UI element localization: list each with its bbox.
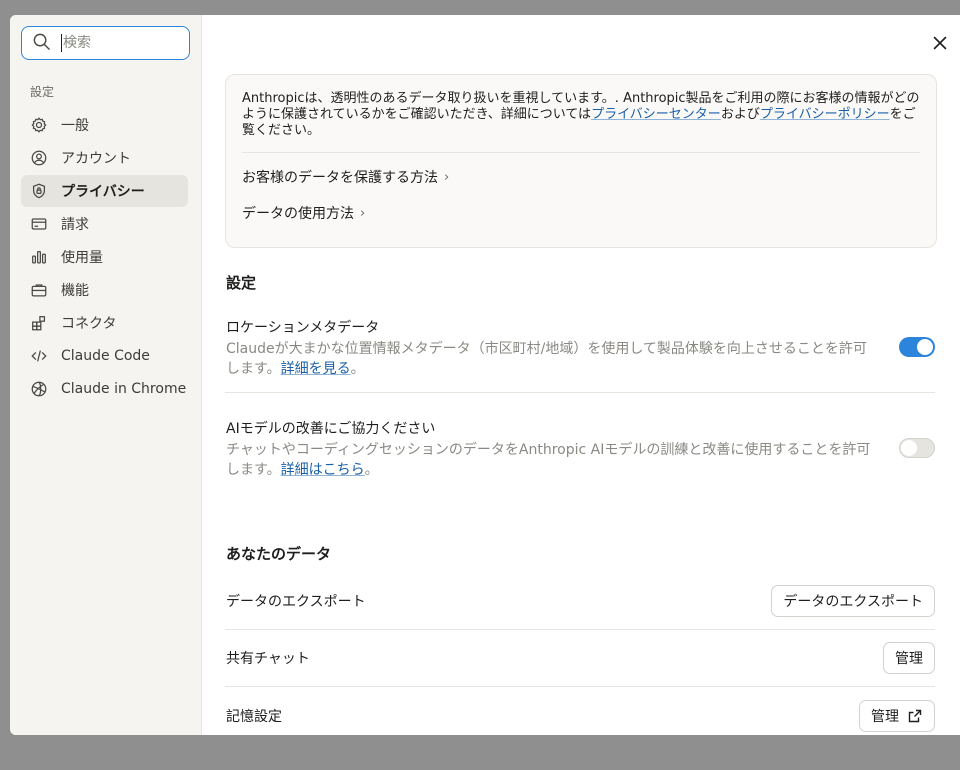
code-icon bbox=[30, 347, 48, 365]
privacy-policy-link[interactable]: プライバシーポリシー bbox=[760, 107, 890, 122]
sidebar-nav: 一般 アカウント プライバシー 請求 使用量 機能 コネクタ Claude Co… bbox=[21, 109, 189, 405]
sidebar-item-general[interactable]: 一般 bbox=[21, 109, 188, 141]
sidebar-item-label: アカウント bbox=[61, 151, 131, 167]
sidebar-item-label: Claude in Chrome bbox=[61, 381, 187, 397]
manage-shared-chats-button[interactable]: 管理 bbox=[883, 642, 935, 674]
how-we-protect-data-link[interactable]: お客様のデータを保護する方法 › bbox=[242, 159, 920, 195]
location-metadata-toggle[interactable] bbox=[899, 337, 935, 357]
sidebar-item-label: プライバシー bbox=[61, 184, 145, 200]
export-data-button[interactable]: データのエクスポート bbox=[771, 585, 935, 617]
sidebar-item-claude-code[interactable]: Claude Code bbox=[21, 340, 188, 372]
details-link[interactable]: 詳細はこちら bbox=[281, 462, 365, 478]
ai-model-training-setting: AIモデルの改善にご協力ください チャットやコーディングセッションのデータをAn… bbox=[225, 418, 935, 480]
privacy-info-text-middle: および bbox=[720, 107, 760, 122]
sidebar-section-label: 設定 bbox=[30, 85, 55, 99]
privacy-center-link[interactable]: プライバシーセンター bbox=[591, 107, 721, 122]
ai-model-training-toggle[interactable] bbox=[899, 438, 935, 458]
settings-sidebar: 設定 一般 アカウント プライバシー 請求 使用量 bbox=[10, 15, 202, 735]
credit-card-icon bbox=[30, 215, 48, 233]
settings-modal: 設定 一般 アカウント プライバシー 請求 使用量 bbox=[10, 15, 960, 735]
sidebar-item-label: 使用量 bbox=[61, 250, 103, 266]
sidebar-item-label: Claude Code bbox=[61, 348, 150, 364]
location-metadata-setting: ロケーションメタデータ Claudeが大まかな位置情報メタデータ（市区町村/地域… bbox=[225, 317, 935, 393]
close-button[interactable] bbox=[931, 35, 949, 53]
shared-chats-row: 共有チャット 管理 bbox=[225, 630, 935, 687]
sidebar-item-connectors[interactable]: コネクタ bbox=[21, 307, 188, 339]
privacy-info-card: Anthropicは、透明性のあるデータ取り扱いを重視しています。. Anthr… bbox=[225, 74, 937, 248]
setting-description: チャットやコーディングセッションのデータをAnthropic AIモデルの訓練と… bbox=[226, 440, 876, 480]
setting-title: AIモデルの改善にご協力ください bbox=[226, 421, 436, 437]
setting-description-end: 。 bbox=[350, 361, 365, 377]
settings-heading: 設定 bbox=[226, 274, 257, 292]
blocks-icon bbox=[30, 314, 48, 332]
toggle-knob bbox=[901, 440, 917, 456]
how-data-is-used-link[interactable]: データの使用方法 › bbox=[242, 195, 920, 231]
learn-more-link[interactable]: 詳細を見る bbox=[281, 361, 351, 377]
setting-title: ロケーションメタデータ bbox=[226, 320, 380, 336]
sidebar-item-privacy[interactable]: プライバシー bbox=[21, 175, 188, 207]
row-label: 記憶設定 bbox=[226, 708, 282, 725]
chevron-right-icon: › bbox=[360, 205, 366, 221]
your-data-heading: あなたのデータ bbox=[226, 545, 332, 563]
row-label: データのエクスポート bbox=[226, 594, 366, 610]
memory-settings-row: 記憶設定 管理 bbox=[225, 687, 935, 735]
toggle-knob bbox=[917, 339, 933, 355]
search-icon bbox=[32, 32, 51, 55]
shield-icon bbox=[30, 182, 48, 200]
setting-description-end: 。 bbox=[364, 462, 379, 478]
button-label: 管理 bbox=[871, 708, 899, 725]
close-icon bbox=[933, 35, 947, 54]
link-label: データの使用方法 bbox=[242, 206, 354, 222]
globe-icon bbox=[30, 380, 48, 398]
gear-icon bbox=[30, 116, 48, 134]
sidebar-item-claude-in-chrome[interactable]: Claude in Chrome bbox=[21, 373, 188, 405]
user-circle-icon bbox=[30, 149, 48, 167]
sidebar-item-usage[interactable]: 使用量 bbox=[21, 241, 188, 273]
privacy-settings-panel: Anthropicは、透明性のあるデータ取り扱いを重視しています。. Anthr… bbox=[202, 15, 960, 735]
row-label: 共有チャット bbox=[226, 651, 310, 667]
privacy-info-text: Anthropicは、透明性のあるデータ取り扱いを重視しています。. Anthr… bbox=[242, 91, 920, 153]
external-link-icon bbox=[908, 709, 922, 722]
export-data-row: データのエクスポート データのエクスポート bbox=[225, 573, 935, 630]
sidebar-item-billing[interactable]: 請求 bbox=[21, 208, 188, 240]
sidebar-item-account[interactable]: アカウント bbox=[21, 142, 188, 174]
sidebar-item-label: 機能 bbox=[61, 283, 89, 299]
manage-memory-button[interactable]: 管理 bbox=[859, 699, 935, 732]
sidebar-item-label: コネクタ bbox=[61, 316, 117, 332]
link-label: お客様のデータを保護する方法 bbox=[242, 170, 438, 186]
setting-description: Claudeが大まかな位置情報メタデータ（市区町村/地域）を使用して製品体験を向… bbox=[226, 339, 876, 379]
sidebar-item-label: 一般 bbox=[61, 118, 89, 134]
sidebar-item-features[interactable]: 機能 bbox=[21, 274, 188, 306]
bar-chart-icon bbox=[30, 248, 48, 266]
search-box[interactable] bbox=[21, 26, 190, 60]
sidebar-item-label: 請求 bbox=[61, 217, 89, 233]
briefcase-icon bbox=[30, 281, 48, 299]
chevron-right-icon: › bbox=[444, 169, 450, 185]
search-input[interactable] bbox=[61, 34, 171, 52]
